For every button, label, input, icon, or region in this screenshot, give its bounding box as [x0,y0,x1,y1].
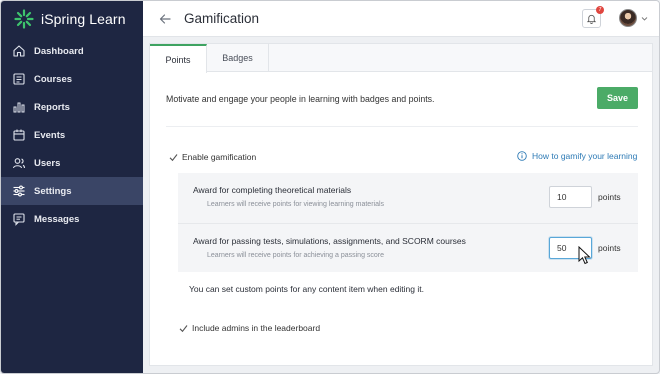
notifications-button[interactable]: 7 [582,6,604,28]
howto-link[interactable]: How to gamify your learning [517,151,637,161]
include-admins-checkbox[interactable]: Include admins in the leaderboard [179,323,320,333]
info-icon [517,151,527,161]
description-text: Motivate and engage your people in learn… [166,94,435,104]
enable-gamification-label: Enable gamification [182,152,257,162]
sidebar-item-label: Dashboard [34,45,84,57]
sidebar-item-settings[interactable]: Settings [1,177,143,205]
sidebar-item-users[interactable]: Users [1,149,143,177]
sidebar-nav: Dashboard Courses Reports Events Users S… [1,37,143,233]
sidebar: iSpring Learn Dashboard Courses Reports … [1,1,143,373]
calendar-icon [13,129,25,141]
sidebar-item-courses[interactable]: Courses [1,65,143,93]
award-title: Award for passing tests, simulations, as… [193,236,466,246]
points-unit-label: points [598,192,621,202]
tab-bar: Points Badges [150,44,652,73]
divider [166,126,638,127]
sidebar-item-label: Reports [34,101,70,113]
sidebar-item-dashboard[interactable]: Dashboard [1,37,143,65]
sidebar-item-label: Settings [34,185,72,197]
reports-icon [13,102,25,113]
app-name: iSpring Learn [41,11,126,27]
sidebar-item-label: Messages [34,213,80,225]
award-theory-row: Award for completing theoretical materia… [178,173,638,222]
sidebar-item-events[interactable]: Events [1,121,143,149]
sidebar-item-label: Courses [34,73,73,85]
chevron-down-icon[interactable] [641,15,648,22]
messages-icon [13,213,25,226]
app-window: iSpring Learn Dashboard Courses Reports … [0,0,660,374]
settings-sliders-icon [13,185,25,197]
sidebar-item-label: Users [34,157,61,169]
enable-gamification-checkbox[interactable]: Enable gamification [169,152,256,162]
bell-icon [586,14,597,24]
include-admins-label: Include admins in the leaderboard [192,323,321,333]
checkmark-icon [179,324,188,332]
avatar[interactable] [619,9,637,27]
notification-count-badge: 7 [596,6,604,14]
top-header: Gamification 7 [143,1,659,37]
courses-icon [13,73,25,85]
tab-badges[interactable]: Badges [207,44,269,72]
award-title: Award for completing theoretical materia… [193,185,352,195]
award-subtitle: Learners will receive points for viewing… [207,201,385,208]
users-icon [12,158,26,169]
award-subtitle: Learners will receive points for achievi… [207,252,385,259]
custom-points-note: You can set custom points for any conten… [189,284,424,294]
howto-link-text: How to gamify your learning [532,151,638,161]
award-tests-row: Award for passing tests, simulations, as… [178,223,638,272]
awards-section: Award for completing theoretical materia… [178,173,638,272]
ispring-logo-icon [14,9,34,29]
sidebar-item-label: Events [34,129,66,141]
back-arrow-icon[interactable] [158,12,172,26]
points-unit-label: points [598,243,621,253]
gamification-panel: Points Badges Motivate and engage your p… [149,43,653,366]
theory-points-input[interactable]: 10 [549,186,592,208]
checkmark-icon [169,153,178,161]
save-button[interactable]: Save [597,87,638,109]
page-title: Gamification [184,11,260,26]
tab-points[interactable]: Points [150,44,207,73]
home-icon [13,45,25,57]
logo[interactable]: iSpring Learn [1,1,143,37]
mouse-cursor-icon [578,246,591,265]
sidebar-item-messages[interactable]: Messages [1,205,143,233]
sidebar-item-reports[interactable]: Reports [1,93,143,121]
